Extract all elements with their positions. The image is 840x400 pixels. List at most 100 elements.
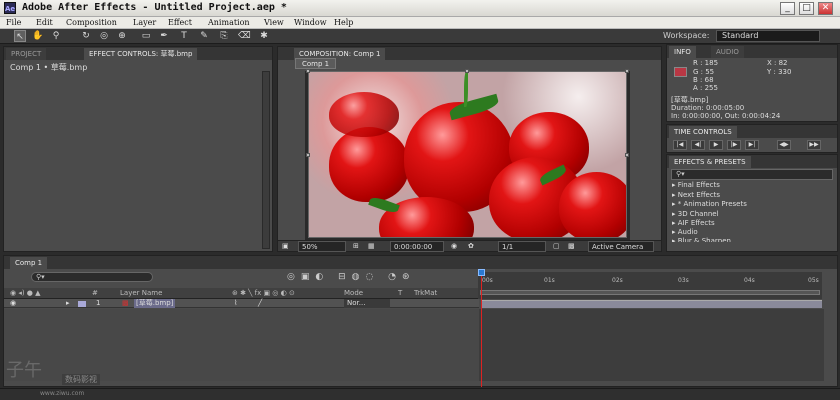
effects-item[interactable]: ▸ Next Effects (672, 191, 720, 200)
ram-preview-button[interactable]: ▶▶ (807, 140, 821, 150)
layer-duration-bar[interactable] (481, 300, 822, 308)
pen-tool-icon[interactable]: ✒ (158, 30, 170, 42)
text-tool-icon[interactable]: T (178, 30, 190, 42)
playhead-handle[interactable] (478, 269, 485, 276)
effect-controls-panel: PROJECT EFFECT CONTROLS: 草莓.bmp Comp 1 •… (3, 46, 273, 252)
label-color-swatch[interactable] (78, 301, 86, 307)
mode-select[interactable]: Nor... (344, 299, 390, 308)
transform-handle[interactable] (625, 69, 629, 73)
hand-tool-icon[interactable]: ✋ (32, 30, 44, 42)
quality-switch-icon[interactable]: ╱ (258, 299, 262, 308)
watermark-subtitle: 数码影视 (62, 374, 100, 385)
comp-subtab[interactable]: Comp 1 (295, 58, 337, 69)
grid-icon[interactable]: ▦ (368, 241, 375, 252)
audio-button[interactable]: ◀▶ (777, 140, 791, 150)
column-t: T (398, 289, 403, 297)
workspace-select[interactable]: Standard (716, 30, 820, 42)
transform-handle[interactable] (306, 153, 310, 157)
color-swatch (674, 67, 687, 77)
current-time-display[interactable]: 0:00:00:00 (390, 241, 444, 252)
menu-animation[interactable]: Animation (208, 17, 250, 29)
menu-effect[interactable]: Effect (168, 17, 192, 29)
tab-effect-controls[interactable]: EFFECT CONTROLS: 草莓.bmp (84, 48, 198, 60)
timeline-layer-area[interactable] (4, 309, 479, 381)
next-frame-button[interactable]: |▶ (727, 140, 741, 150)
timeline-switches-icons[interactable]: ◎▣◐ ⊟◍◌ ◔⊛ (287, 272, 416, 282)
effects-search-input[interactable]: ⚲▾ (671, 169, 833, 180)
display-icon[interactable]: ▣ (282, 241, 289, 252)
zoom-tool-icon[interactable]: ⚲ (50, 30, 62, 42)
work-area-bar[interactable] (480, 290, 820, 295)
eye-icon[interactable]: ◉ (10, 299, 16, 308)
tab-audio[interactable]: AUDIO (711, 46, 744, 58)
effects-item[interactable]: ▸ Blur & Sharpen (672, 237, 731, 242)
menu-bar: File Edit Composition Layer Effect Anima… (0, 17, 840, 29)
menu-help[interactable]: Help (334, 17, 353, 29)
menu-layer[interactable]: Layer (133, 17, 156, 29)
tab-project[interactable]: PROJECT (6, 48, 47, 60)
eraser-tool-icon[interactable]: ⌫ (238, 30, 251, 42)
maximize-button[interactable]: □ (799, 2, 814, 15)
minimize-button[interactable]: _ (780, 2, 795, 15)
transform-handle[interactable] (465, 69, 469, 73)
tab-info[interactable]: INFO (669, 46, 696, 58)
composition-panel: COMPOSITION: Comp 1 Comp 1 ▣ 50% ⊞ ▦ 0:0… (277, 46, 662, 252)
selection-tool-icon[interactable]: ↖ (14, 30, 26, 42)
left-panel-scrollbar[interactable] (262, 71, 270, 249)
timeline-column-header: ◉ ◂) ● ▲ # Layer Name ⊛ ✱ ╲ fx ▣ ◎ ◐ ⊙ M… (4, 288, 479, 299)
time-ruler[interactable]: 00s 01s 02s 03s 04s 05s (478, 272, 822, 299)
table-row[interactable]: ◉ ▸ 1 ▩ [草莓.bmp] ⌇ ╱ Nor... (4, 299, 479, 308)
puppet-tool-icon[interactable]: ✱ (258, 30, 270, 42)
snapshot-icon[interactable]: ◉ (451, 241, 457, 252)
channel-icon[interactable]: ✿ (468, 241, 474, 252)
menu-window[interactable]: Window (294, 17, 327, 29)
camera-tool-icon[interactable]: ◎ (98, 30, 110, 42)
strawberry (559, 172, 626, 237)
fx-tabstrip: EFFECTS & PRESETS (667, 155, 837, 168)
mask-tool-icon[interactable]: ▭ (140, 30, 152, 42)
rotate-tool-icon[interactable]: ↻ (80, 30, 92, 42)
info-x: X : 82 (767, 59, 788, 67)
bottom-status-bar (0, 388, 840, 400)
safe-zones-icon[interactable]: ⊞ (353, 241, 359, 252)
transform-handle[interactable] (625, 153, 629, 157)
current-time-indicator[interactable] (481, 272, 482, 387)
menu-composition[interactable]: Composition (66, 17, 117, 29)
clone-stamp-tool-icon[interactable]: ⎘ (218, 30, 230, 42)
transparency-grid-icon[interactable]: ▩ (568, 241, 575, 252)
watermark-url: www.ziwu.com (40, 390, 85, 397)
effects-item[interactable]: ▸ Audio (672, 228, 698, 237)
play-button[interactable]: ▶ (709, 140, 723, 150)
last-frame-button[interactable]: ▶| (745, 140, 759, 150)
tab-time-controls[interactable]: TIME CONTROLS (669, 126, 737, 138)
menu-view[interactable]: View (264, 17, 284, 29)
tab-comp-timeline[interactable]: Comp 1 (10, 257, 48, 269)
layer-number: 1 (96, 299, 101, 307)
resolution-select[interactable]: 1/1 (498, 241, 546, 252)
previous-frame-button[interactable]: ◀| (691, 140, 705, 150)
timeline-search-input[interactable]: ⚲▾ (31, 272, 153, 282)
effects-item[interactable]: ▸ * Animation Presets (672, 200, 747, 209)
brush-tool-icon[interactable]: ✎ (198, 30, 210, 42)
first-frame-button[interactable]: |◀ (673, 140, 687, 150)
pan-behind-tool-icon[interactable]: ⊕ (116, 30, 128, 42)
close-button[interactable]: ✕ (818, 2, 833, 15)
timeline-panel: Comp 1 ⚲▾ ◎▣◐ ⊟◍◌ ◔⊛ ◉ ◂) ● ▲ # Layer Na… (3, 255, 838, 387)
transform-handle[interactable] (306, 69, 310, 73)
region-of-interest-icon[interactable]: ▢ (553, 241, 560, 252)
column-layer-name[interactable]: Layer Name (120, 288, 162, 299)
menu-file[interactable]: File (6, 17, 21, 29)
timeline-track-area[interactable] (479, 309, 824, 381)
effects-item[interactable]: ▸ Final Effects (672, 181, 720, 190)
tab-effects-presets[interactable]: EFFECTS & PRESETS (669, 156, 751, 168)
composition-canvas[interactable] (305, 69, 630, 243)
shy-switch-icon[interactable]: ⌇ (234, 299, 237, 308)
expand-arrow-icon[interactable]: ▸ (66, 299, 70, 308)
effects-item[interactable]: ▸ AIF Effects (672, 219, 715, 228)
info-a: A : 255 (693, 84, 718, 92)
layer-name[interactable]: [草莓.bmp] (134, 299, 176, 308)
camera-view-select[interactable]: Active Camera (588, 241, 654, 252)
menu-edit[interactable]: Edit (36, 17, 53, 29)
effects-item[interactable]: ▸ 3D Channel (672, 210, 719, 219)
magnification-select[interactable]: 50% (298, 241, 346, 252)
